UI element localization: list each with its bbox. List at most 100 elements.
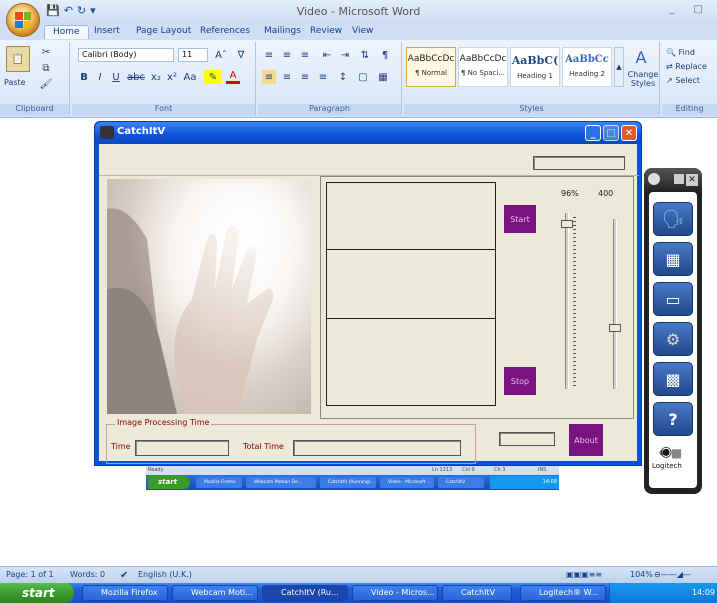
language[interactable]: English (U.K.) <box>138 570 192 579</box>
font-color-icon[interactable]: A <box>226 70 240 84</box>
font-size-combo[interactable]: 11 <box>178 48 208 62</box>
start-button[interactable]: start <box>0 583 74 603</box>
paste-button[interactable]: Paste <box>4 78 26 87</box>
change-case-icon[interactable]: Aa <box>182 70 198 84</box>
subscript-icon[interactable]: x₂ <box>150 70 162 84</box>
cut-icon[interactable]: ✂ <box>40 46 52 58</box>
word-count[interactable]: Words: 0 <box>70 570 105 579</box>
borders-icon[interactable]: ▦ <box>376 70 390 84</box>
logitech-close-icon[interactable]: ✕ <box>686 174 698 186</box>
paste-icon[interactable]: 📋 <box>6 46 30 72</box>
window-controls[interactable]: _ □ <box>669 4 711 15</box>
total-time-field <box>293 440 461 456</box>
status-field <box>533 156 625 170</box>
task-firefox[interactable]: Mozilla Firefox <box>82 585 168 601</box>
mini-task-webcam: Webcam Motion De... <box>246 477 316 488</box>
sort-icon[interactable]: ⇅ <box>358 48 372 62</box>
view-buttons[interactable]: ▣▣▣≡≡ <box>566 570 602 579</box>
shrink-font-icon[interactable]: ∇ <box>232 48 250 62</box>
start-button[interactable]: Start <box>504 205 536 233</box>
task-catchitv-running[interactable]: CatchItV (Ru... <box>262 585 348 601</box>
minimize-button[interactable]: _ <box>585 125 601 141</box>
increase-indent-icon[interactable]: ⇥ <box>338 48 352 62</box>
tab-review[interactable]: Review <box>310 26 342 36</box>
logitech-toolbar-header[interactable]: ✕ <box>644 168 702 192</box>
italic-icon[interactable]: I <box>94 70 106 84</box>
slider-right-thumb[interactable] <box>609 324 621 333</box>
slider-left-thumb[interactable] <box>561 220 573 229</box>
show-formatting-icon[interactable]: ¶ <box>378 48 392 62</box>
logitech-settings-button[interactable]: ⚙ <box>653 322 693 356</box>
style-heading-1[interactable]: AaBbC( Heading 1 <box>510 47 560 87</box>
task-catchitv[interactable]: CatchItV <box>442 585 512 601</box>
select-label: Select <box>675 76 700 85</box>
maximize-button[interactable]: □ <box>603 125 619 141</box>
proofing-icon[interactable]: ✔ <box>120 570 128 581</box>
slider-right-track[interactable] <box>613 219 617 389</box>
format-painter-icon[interactable]: 🖌 <box>40 78 53 90</box>
bold-icon[interactable]: B <box>78 70 90 84</box>
about-button[interactable]: About <box>569 424 603 456</box>
logitech-logo-icon: ◉ <box>660 444 673 460</box>
select-button[interactable]: ↗ Select <box>666 76 700 85</box>
highlight-icon[interactable]: ✎ <box>204 70 222 84</box>
superscript-icon[interactable]: x² <box>166 70 178 84</box>
mini-status-ch: Ch 3 <box>494 467 506 473</box>
tray-clock: 14:09 <box>691 588 715 597</box>
page-count[interactable]: Page: 1 of 1 <box>6 570 54 579</box>
underline-icon[interactable]: U <box>110 70 122 84</box>
logitech-help-button[interactable]: ? <box>653 402 693 436</box>
catchitv-title-bar[interactable]: CatchItV _ □ ✕ <box>95 122 641 144</box>
strikethrough-icon[interactable]: abc <box>127 70 145 84</box>
task-webcam-motion[interactable]: Webcam Moti... <box>172 585 258 601</box>
task-word[interactable]: Video - Micros... <box>352 585 438 601</box>
logitech-toolbar: ✕ 🗣 ▦ ▭ ⚙ ▩ ? ⚫ ■ ◉ Logitech <box>644 168 702 494</box>
style-no-spacing[interactable]: AaBbCcDc ¶ No Spaci... <box>458 47 508 87</box>
decrease-indent-icon[interactable]: ⇤ <box>320 48 334 62</box>
copy-icon[interactable]: ⧉ <box>40 62 52 74</box>
style-heading-2[interactable]: AaBbCc Heading 2 <box>562 47 612 87</box>
change-styles-button[interactable]: Change Styles <box>626 70 660 88</box>
change-styles-icon[interactable]: A <box>628 46 654 68</box>
tab-view[interactable]: View <box>352 26 373 36</box>
tab-mailings[interactable]: Mailings <box>264 26 301 36</box>
tab-page-layout[interactable]: Page Layout <box>136 26 191 36</box>
logitech-monitor-button[interactable]: ▭ <box>653 282 693 316</box>
shading-icon[interactable]: ▢ <box>356 70 370 84</box>
align-left-icon[interactable]: ≡ <box>262 70 276 84</box>
logitech-photo-button[interactable]: ▦ <box>653 242 693 276</box>
zoom-slider[interactable]: ⊖——◢— <box>654 570 691 579</box>
webcam-feed <box>107 179 311 414</box>
align-center-icon[interactable]: ≡ <box>280 70 294 84</box>
bullets-icon[interactable]: ≡ <box>262 48 276 62</box>
line-spacing-icon[interactable]: ↕ <box>336 70 350 84</box>
align-right-icon[interactable]: ≡ <box>298 70 312 84</box>
stop-button[interactable]: Stop <box>504 367 536 395</box>
close-button[interactable]: ✕ <box>621 125 637 141</box>
tab-references[interactable]: References <box>200 26 250 36</box>
styles-scroll-icon[interactable]: ▲ <box>614 47 624 87</box>
style-normal[interactable]: AaBbCcDc ¶ Normal <box>406 47 456 87</box>
grow-font-icon[interactable]: Aˆ <box>212 48 230 62</box>
tab-home[interactable]: Home <box>44 25 89 39</box>
slider-left-track[interactable] <box>565 213 569 389</box>
logitech-minimize-icon[interactable] <box>674 174 684 184</box>
gallery-icon: ▩ <box>665 369 681 389</box>
logitech-video-call-button[interactable]: 🗣 <box>653 202 693 236</box>
mini-status-ins: INS <box>538 467 547 473</box>
ribbon: 📋 Paste ✂ ⧉ 🖌 Clipboard Calibri (Body) 1… <box>0 40 717 118</box>
numbering-icon[interactable]: ≡ <box>280 48 294 62</box>
replace-button[interactable]: ⇄ Replace <box>666 62 707 71</box>
font-name-combo[interactable]: Calibri (Body) <box>78 48 174 62</box>
zoom-level[interactable]: 104% <box>630 570 653 579</box>
logitech-menu-icon[interactable] <box>648 173 660 185</box>
person-icon: 🗣 <box>661 208 685 230</box>
logitech-gallery-button[interactable]: ▩ <box>653 362 693 396</box>
tab-insert[interactable]: Insert <box>94 26 120 36</box>
justify-icon[interactable]: ≡ <box>316 70 330 84</box>
total-time-label: Total Time <box>243 442 284 451</box>
office-button[interactable] <box>6 3 40 37</box>
task-logitech[interactable]: Logitech® W... <box>520 585 606 601</box>
multilevel-list-icon[interactable]: ≡ <box>298 48 312 62</box>
find-button[interactable]: 🔍 Find <box>666 48 695 57</box>
